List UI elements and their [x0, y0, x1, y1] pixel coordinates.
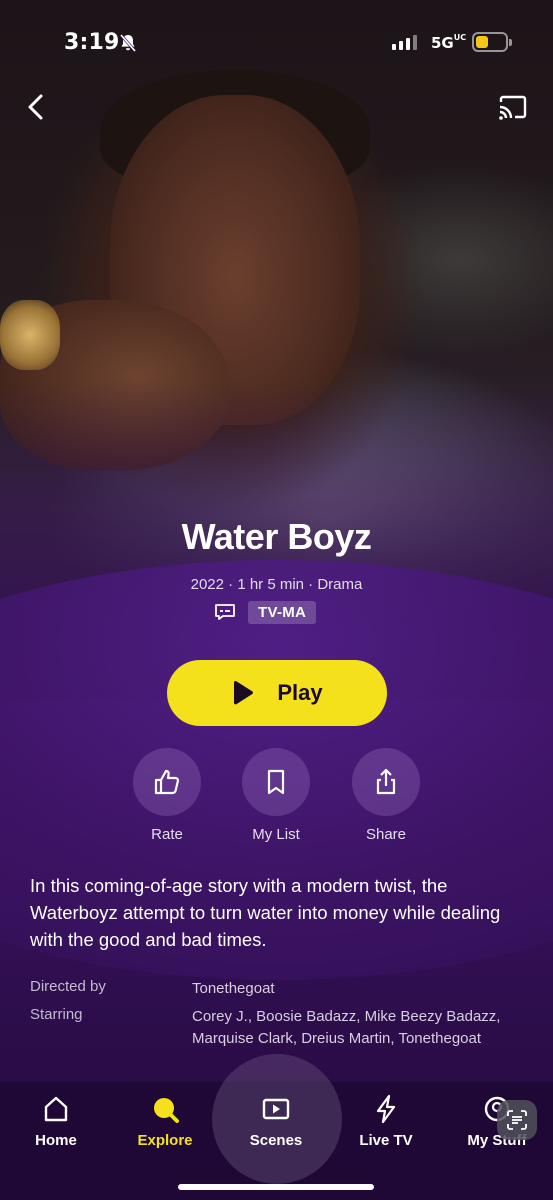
text-scan-icon [507, 1110, 527, 1130]
battery-icon [472, 32, 512, 52]
starring-label: Starring [30, 1006, 83, 1023]
play-label: Play [277, 680, 323, 705]
credits: Directed by Tonethegoat Starring Corey J… [30, 978, 530, 1056]
visual-lookup-button[interactable] [497, 1100, 537, 1140]
share-button[interactable]: Share [346, 748, 426, 843]
show-description: In this coming-of-age story with a moder… [30, 875, 501, 950]
home-indicator [178, 1184, 374, 1190]
share-label: Share [365, 826, 407, 843]
lightning-icon [376, 1094, 396, 1124]
tab-scenes[interactable]: Scenes [226, 1094, 326, 1149]
show-detail-page: 3:19 5GUC Water Boyz 2022 · 1 hr 5 min ·… [0, 0, 553, 1200]
play-button[interactable]: Play [167, 660, 387, 726]
back-button[interactable] [20, 90, 54, 124]
tab-explore[interactable]: Explore [115, 1094, 215, 1149]
play-square-icon [262, 1098, 290, 1120]
tab-home-label: Home [35, 1132, 77, 1149]
tab-scenes-label: Scenes [249, 1132, 303, 1149]
silent-bell-icon [119, 34, 137, 52]
search-icon [154, 1098, 179, 1123]
closed-captions-icon [215, 604, 235, 620]
director-value: Tonethegoat [192, 980, 275, 997]
credit-row-starring: Starring Corey J., Boosie Badazz, Mike B… [30, 1006, 530, 1050]
rate-label: Rate [151, 826, 183, 843]
bookmark-icon [267, 769, 285, 795]
thumbs-up-icon [154, 769, 180, 795]
my-list-button[interactable]: My List [236, 748, 316, 843]
my-list-label: My List [252, 826, 300, 843]
tab-explore-label: Explore [137, 1132, 193, 1149]
share-icon [376, 768, 396, 795]
cast-button[interactable] [497, 94, 529, 122]
network-label: 5GUC [431, 33, 467, 53]
status-bar: 3:19 5GUC [0, 0, 553, 88]
play-icon [234, 680, 254, 705]
home-icon [44, 1096, 68, 1122]
tab-live-tv-label: Live TV [359, 1132, 413, 1149]
tab-home[interactable]: Home [6, 1094, 106, 1149]
content-rating-badge: TV-MA [248, 600, 317, 624]
credit-row-director: Directed by Tonethegoat [30, 978, 530, 1000]
directed-by-label: Directed by [30, 978, 106, 995]
status-time: 3:19 [64, 30, 120, 55]
show-title: Water Boyz [181, 516, 372, 557]
show-meta: 2022 · 1 hr 5 min · Drama [190, 576, 363, 593]
starring-value: Corey J., Boosie Badazz, Mike Beezy Bada… [192, 1008, 501, 1047]
signal-icon [392, 35, 417, 50]
rate-button[interactable]: Rate [127, 748, 207, 843]
rating-row: TV-MA [214, 600, 317, 624]
tab-live-tv[interactable]: Live TV [336, 1094, 436, 1149]
